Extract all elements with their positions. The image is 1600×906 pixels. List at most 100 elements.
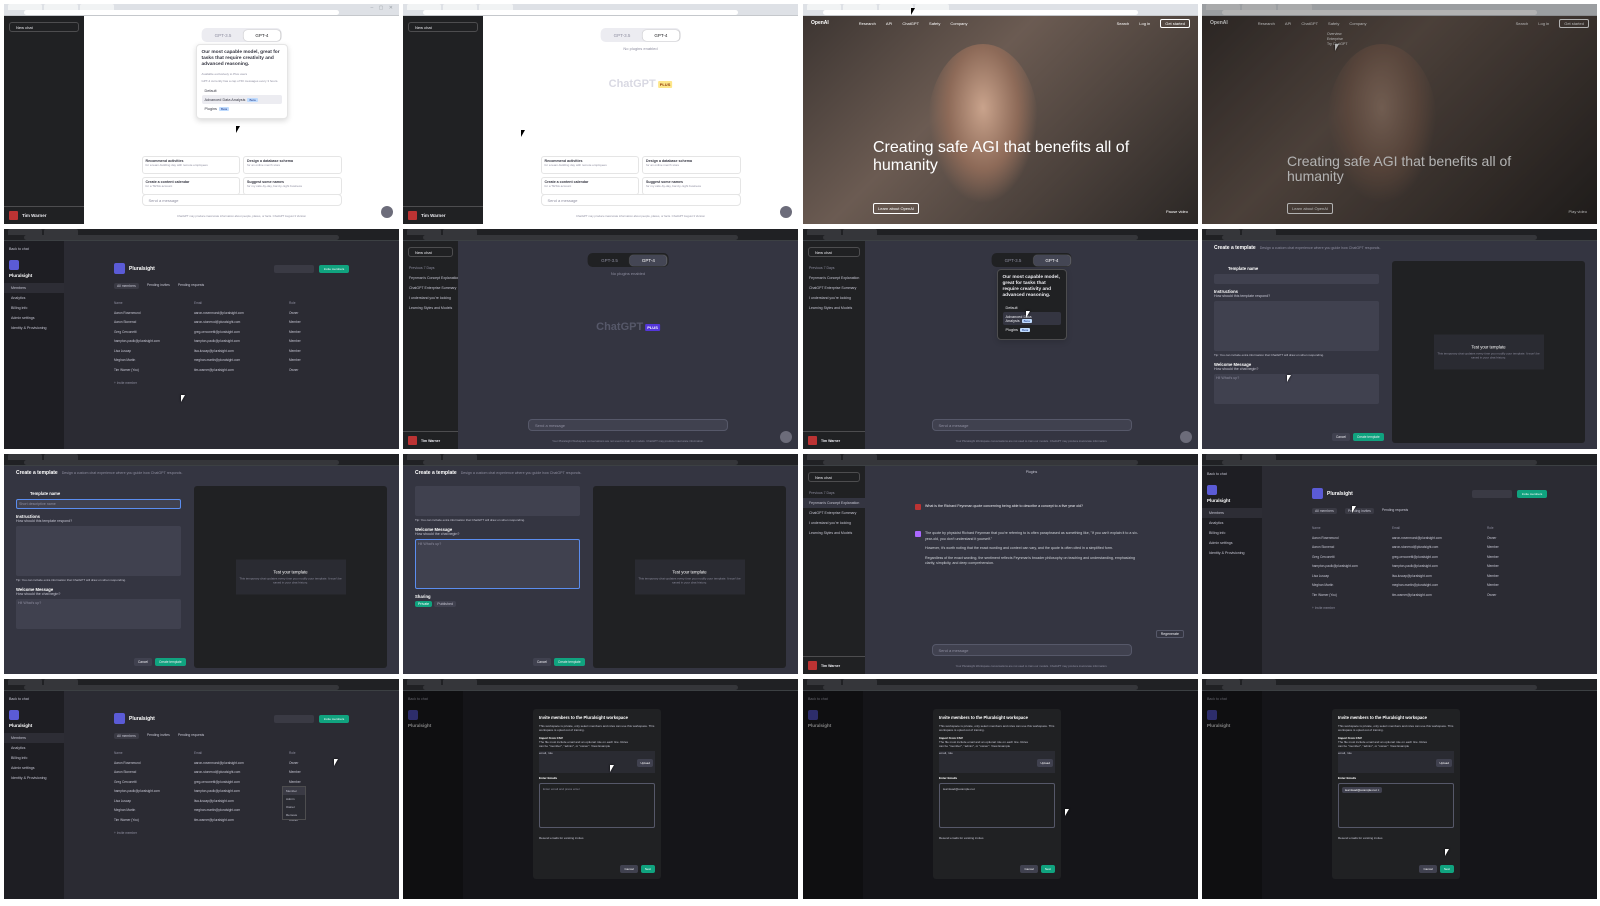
sidebar-item-admin-settings[interactable]: Admin settings	[4, 313, 64, 323]
nav-safety[interactable]: Safety	[929, 21, 940, 26]
learn-about-button[interactable]: Learn about OpenAI	[1287, 203, 1334, 214]
table-row[interactable]: hampton-paulk@pluralsight.com hampton-pau…	[114, 337, 334, 347]
cancel-button[interactable]: Cancel	[533, 658, 551, 666]
sidebar-item-members[interactable]: Members	[1202, 508, 1262, 518]
table-row[interactable]: Aaron Stonerod aaron-stonerod@pluralsight…	[114, 768, 334, 778]
invite-member-link[interactable]: + Invite member	[114, 381, 137, 385]
search-input[interactable]	[1472, 490, 1512, 498]
table-row[interactable]: Greg Cerconetti greg-cerconetti@pluralsig…	[114, 328, 334, 338]
table-row[interactable]: Aaron Stonerod aaron-stonerod@pluralsight…	[114, 318, 334, 328]
history-item[interactable]: Learning Styles and Models	[403, 303, 458, 313]
sidebar-item-analytics[interactable]: Analytics	[4, 743, 64, 753]
get-started-button[interactable]: Get started	[1559, 18, 1589, 28]
nav-chatgpt[interactable]: ChatGPT	[1301, 21, 1318, 26]
address-bar[interactable]	[423, 235, 738, 240]
model-gpt35-tab[interactable]: GPT-3.5	[993, 255, 1034, 266]
history-item[interactable]: Learning Styles and Models	[803, 528, 865, 538]
table-row[interactable]: hampton-paulk@pluralsight.com hampton-pau…	[1312, 562, 1532, 572]
user-menu[interactable]: Tim Warner	[4, 206, 84, 224]
invite-members-button[interactable]: Invite members	[1517, 490, 1547, 498]
option-plugins[interactable]: Plugins Beta	[202, 104, 282, 113]
message-input[interactable]: Send a message	[931, 419, 1132, 431]
new-chat-button[interactable]: New chat	[808, 472, 860, 482]
upload-button[interactable]: Upload	[637, 759, 653, 767]
cancel-button[interactable]: Cancel	[620, 865, 638, 873]
back-to-chat[interactable]: Back to chat	[4, 241, 64, 257]
nav-api[interactable]: API	[886, 21, 892, 26]
suggestion-card[interactable]: Suggest some names for my cafe-by-day, ba…	[243, 177, 342, 195]
invite-members-button[interactable]: Invite members	[319, 265, 349, 273]
back-to-chat[interactable]: Back to chat	[4, 691, 64, 707]
openai-logo[interactable]: OpenAI	[1210, 20, 1228, 26]
pause-video-button[interactable]: Pause video	[1166, 209, 1188, 214]
nav-chatgpt[interactable]: ChatGPT	[902, 21, 919, 26]
history-item[interactable]: ChatGPT Enterprise Summary	[803, 508, 865, 518]
role-option-remove[interactable]: Remove	[283, 811, 305, 819]
address-bar[interactable]	[823, 460, 1138, 465]
option-advanced-data-analysis[interactable]: Advanced Data Analysis Beta	[1002, 312, 1061, 325]
sidebar-item-admin-settings[interactable]: Admin settings	[4, 763, 64, 773]
role-option-owner[interactable]: Owner	[283, 803, 305, 811]
suggestion-card[interactable]: Create a content calendar for a TikTok ac…	[141, 177, 240, 195]
tab-all-members[interactable]: All members	[1312, 508, 1337, 514]
private-option[interactable]: Private	[415, 601, 433, 607]
tab-pending-invites[interactable]: Pending invites	[147, 283, 170, 289]
nav-company[interactable]: Company	[1349, 21, 1366, 26]
message-input[interactable]: Send a message	[528, 419, 728, 431]
option-advanced-data-analysis[interactable]: Advanced Data Analysis Beta	[201, 95, 282, 104]
invite-member-link[interactable]: + Invite member	[1312, 606, 1335, 610]
play-video-button[interactable]: Play video	[1569, 209, 1587, 214]
sidebar-item-identity[interactable]: Identity & Provisioning	[4, 773, 64, 783]
instructions-textarea[interactable]	[16, 526, 181, 576]
welcome-textarea[interactable]: Hi! What's up?	[415, 539, 580, 589]
table-row[interactable]: Meghan Martin meghan-martin@pluralsight.c…	[1312, 581, 1532, 591]
address-bar[interactable]	[823, 10, 1138, 15]
table-row[interactable]: Lisa Luscaplisa-luscap@pluralsight.comMe…	[1312, 572, 1532, 582]
model-gpt4-tab[interactable]: GPT-4	[1033, 254, 1071, 266]
new-chat-button[interactable]: New chat	[9, 22, 79, 32]
history-item[interactable]: Feynman's Concept Explanation	[403, 273, 458, 283]
tab-pending-requests[interactable]: Pending requests	[1382, 508, 1408, 514]
suggestion-card[interactable]: Design a database schema for an online me…	[642, 156, 741, 174]
search-input[interactable]	[274, 265, 314, 273]
sidebar-item-billing[interactable]: Billing info	[4, 753, 64, 763]
option-default[interactable]: Default	[1003, 303, 1061, 312]
sidebar-item-billing[interactable]: Billing info	[4, 303, 64, 313]
address-bar[interactable]	[423, 10, 738, 15]
welcome-textarea[interactable]: Hi! What's up?	[16, 599, 181, 629]
create-template-button[interactable]: Create template	[154, 658, 186, 666]
history-item[interactable]: ChatGPT Enterprise Summary	[803, 283, 865, 293]
sidebar-item-identity[interactable]: Identity & Provisioning	[4, 323, 64, 333]
resend-checkbox[interactable]: Resend emails for existing invites	[1338, 836, 1454, 840]
search-link[interactable]: Search	[1516, 21, 1529, 26]
model-gpt4-tab[interactable]: GPT-4	[243, 29, 281, 41]
new-chat-button[interactable]: New chat	[408, 22, 478, 32]
resend-checkbox[interactable]: Resend emails for existing invites	[539, 836, 655, 840]
table-row[interactable]: Tim Warner (You) tim-warner@pluralsight.c…	[1312, 591, 1532, 601]
next-button[interactable]: Next	[1040, 865, 1055, 873]
message-input[interactable]: Send a message	[931, 644, 1132, 656]
table-row[interactable]: Lisa Luscaplisa-luscap@pluralsight.comMe…	[114, 347, 334, 357]
table-row[interactable]: Aaron Rosenmund aaron-rosenmund@pluralsig…	[114, 759, 334, 769]
model-gpt4-tab[interactable]: GPT-4	[642, 29, 680, 41]
cancel-button[interactable]: Cancel	[1020, 865, 1038, 873]
table-row[interactable]: Aaron Rosenmund aaron-rosenmund@pluralsig…	[1312, 534, 1532, 544]
tab-pending-invites[interactable]: Pending invites	[1344, 508, 1374, 514]
new-chat-button[interactable]: New chat	[808, 247, 860, 257]
address-bar[interactable]	[423, 685, 738, 690]
history-item[interactable]: Feynman's Concept Explanation	[803, 498, 865, 508]
sidebar-item-analytics[interactable]: Analytics	[1202, 518, 1262, 528]
openai-logo[interactable]: OpenAI	[811, 20, 829, 26]
address-bar[interactable]	[823, 235, 1138, 240]
create-template-button[interactable]: Create template	[1352, 433, 1384, 441]
suggestion-card[interactable]: Suggest some names for my cafe-by-day, ba…	[642, 177, 741, 195]
window-controls[interactable]: – ▢ ✕	[371, 5, 395, 11]
invite-member-link[interactable]: + Invite member	[114, 831, 137, 835]
address-bar[interactable]	[1222, 685, 1537, 690]
upload-button[interactable]: Upload	[1037, 759, 1053, 767]
tab-pending-requests[interactable]: Pending requests	[178, 733, 204, 739]
close-icon[interactable]: ×	[1378, 788, 1380, 792]
table-row[interactable]: Meghan Martin meghan-martin@pluralsight.c…	[114, 356, 334, 366]
model-gpt35-tab[interactable]: GPT-3.5	[203, 30, 244, 41]
sidebar-item-members[interactable]: Members	[4, 733, 64, 743]
